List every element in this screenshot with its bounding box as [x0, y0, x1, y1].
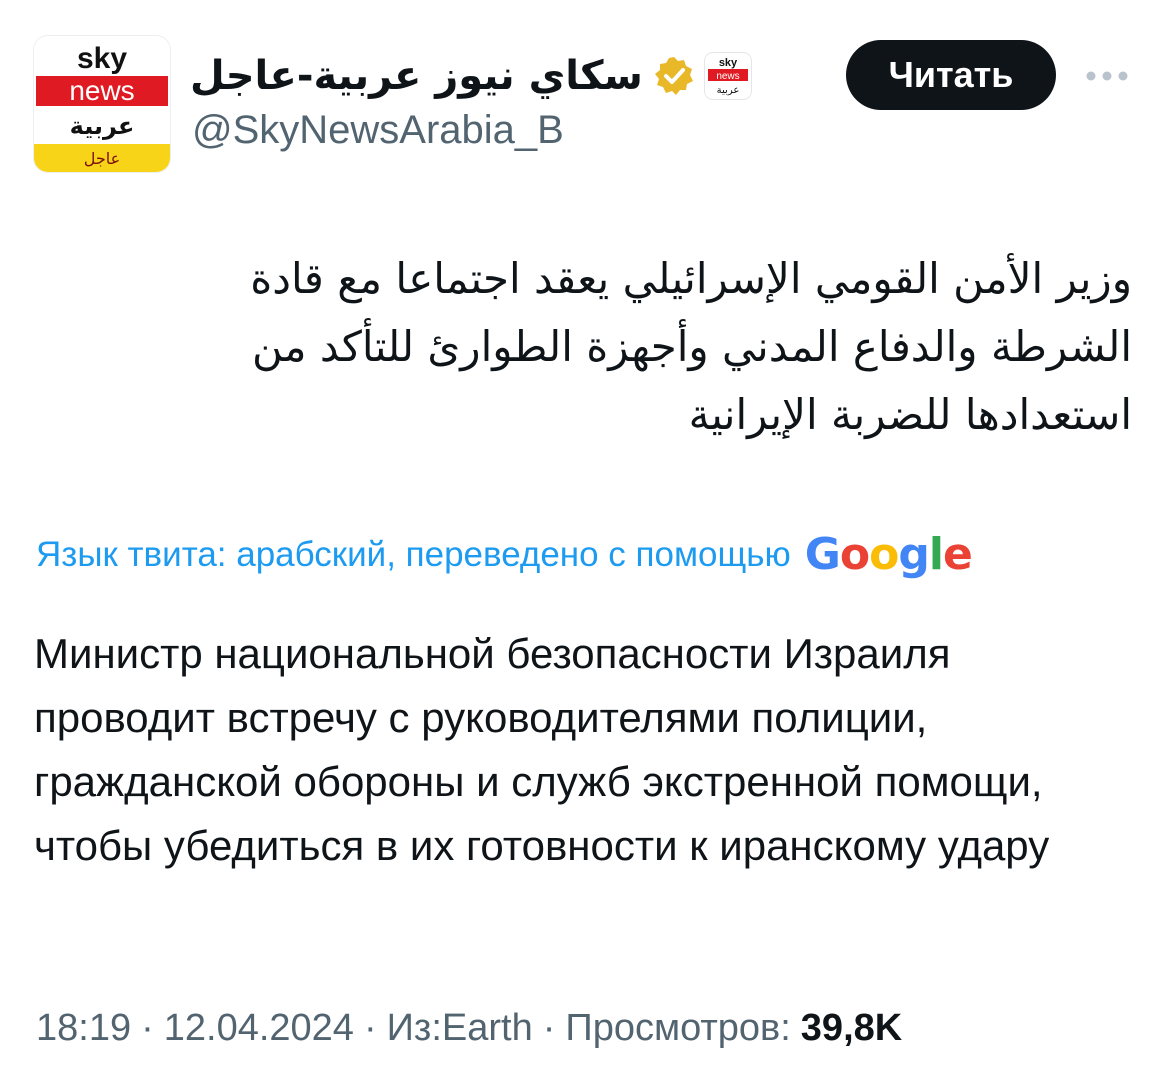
translation-note-text: Язык твита: арабский, переведено с помощ… [36, 535, 791, 574]
google-letter-1: G [804, 529, 841, 580]
gold-verified-check-icon[interactable] [653, 55, 695, 97]
account-avatar[interactable]: sky news عربية عاجل [34, 36, 170, 172]
affiliate-logo-sky: sky [719, 57, 738, 69]
views-count: 39,8K [800, 1006, 903, 1049]
translation-note[interactable]: Язык твита: арабский, переведено с помощ… [36, 525, 973, 585]
read-button[interactable]: Читать [846, 40, 1056, 110]
avatar-logo-news: news [69, 75, 134, 106]
avatar-logo-urgent: عاجل [84, 149, 120, 168]
avatar-logo-arabic: عربية [70, 112, 135, 140]
views-label: Просмотров: [565, 1006, 791, 1049]
tweet-meta: 18:19 · 12.04.2024 · Из:Earth · Просмотр… [36, 998, 902, 1058]
account-handle[interactable]: @SkyNewsArabia_B [192, 108, 564, 153]
affiliate-logo-news: news [716, 71, 739, 82]
meta-separator: · [363, 1006, 377, 1049]
tweet-source: Из:Earth [386, 1006, 533, 1049]
tweet-time[interactable]: 18:19 [36, 1007, 131, 1050]
avatar-logo-sky: sky [77, 42, 127, 75]
google-letter-4: g [898, 529, 929, 580]
affiliate-badge-icon[interactable]: sky news عربية [704, 53, 751, 99]
account-display-name[interactable]: سكاي نيوز عربية-عاجل [190, 53, 643, 99]
tweet-original-text: وزير الأمن القومي الإسرائيلي يعقد اجتماع… [250, 254, 1132, 439]
google-logo: Google [805, 533, 973, 577]
meta-separator: · [542, 1006, 556, 1049]
tweet-date[interactable]: 12.04.2024 [164, 1007, 354, 1050]
meta-separator: · [141, 1006, 154, 1049]
tweet-translated-text: Министр национальной безопасности Израил… [34, 630, 1050, 869]
google-letter-6: e [942, 529, 973, 580]
google-letter-3: o [869, 529, 899, 580]
google-letter-2: o [839, 529, 870, 580]
more-horizontal-icon[interactable] [1082, 56, 1132, 96]
google-letter-5: l [928, 529, 944, 580]
account-name-row[interactable]: سكاي نيوز عربية-عاجل sky news عربية [190, 44, 751, 108]
affiliate-logo-arabic: عربية [717, 85, 740, 96]
sky-news-arabia-logo: sky news عربية عاجل [34, 36, 170, 172]
